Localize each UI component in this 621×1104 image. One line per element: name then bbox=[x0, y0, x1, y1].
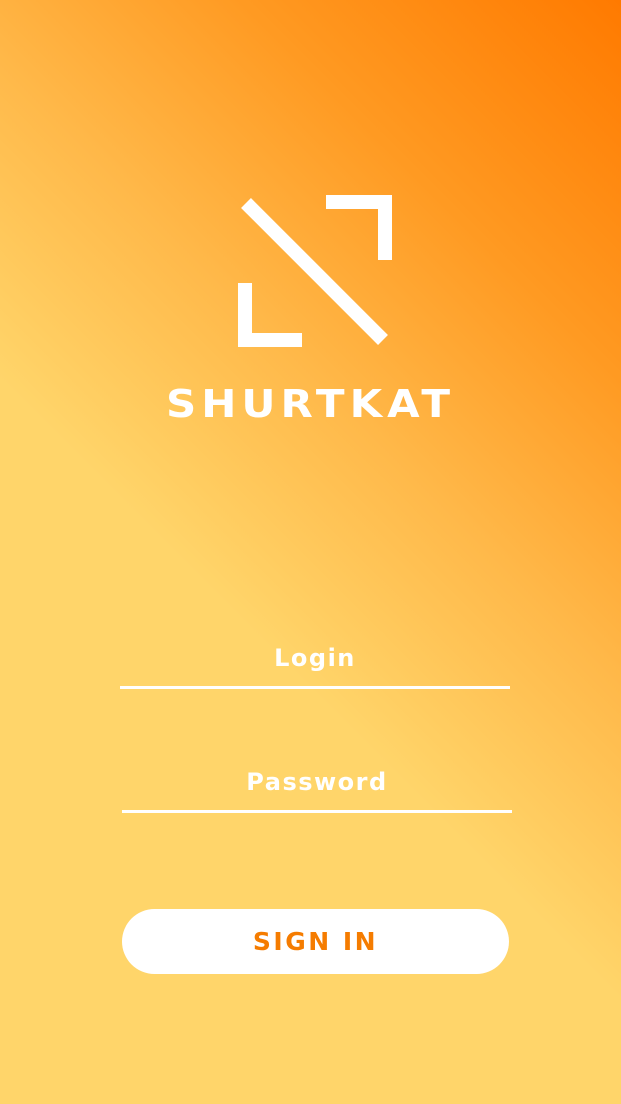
sign-in-button[interactable]: SIGN IN bbox=[122, 909, 509, 974]
brand-name: SHURTKAT bbox=[165, 381, 456, 427]
login-field bbox=[120, 630, 510, 689]
password-field bbox=[122, 754, 512, 813]
shurtkat-logo-icon bbox=[235, 192, 395, 352]
password-input[interactable] bbox=[122, 754, 512, 810]
login-input[interactable] bbox=[120, 630, 510, 686]
